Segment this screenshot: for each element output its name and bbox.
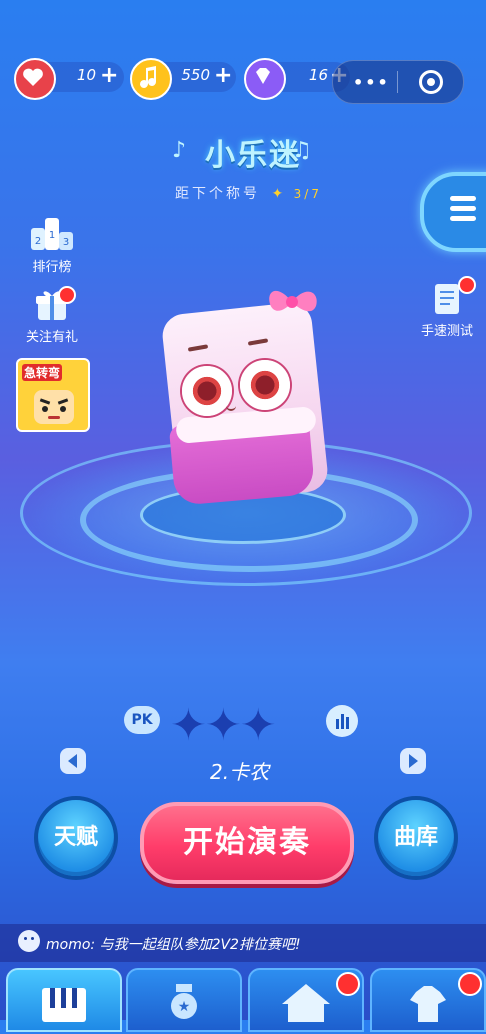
sparkle-icon: ✦ <box>271 186 287 202</box>
podium-icon: 2 1 3 <box>31 218 73 250</box>
note-right-icon: ♫ <box>292 138 312 163</box>
add-hearts-button[interactable]: + <box>100 63 118 88</box>
menu-button[interactable] <box>420 172 486 252</box>
start-play-button[interactable]: 开始演奏 <box>140 802 354 884</box>
pk-button[interactable]: PK <box>124 706 160 734</box>
more-dots-icon[interactable]: ••• <box>353 73 390 92</box>
title-progress: 3/7 <box>293 187 322 201</box>
notification-dot <box>458 972 482 996</box>
promo-game-label: 急转弯 <box>22 364 63 381</box>
promo-game-tile[interactable]: 急转弯 <box>16 358 90 432</box>
hearts-count: 10 <box>76 66 96 84</box>
arrow-right-icon <box>409 754 418 768</box>
tab-achievements[interactable]: ★ <box>126 968 242 1032</box>
close-target-icon[interactable] <box>419 70 443 94</box>
note-left-icon: ♪ <box>172 138 187 163</box>
piano-icon <box>42 988 86 1022</box>
miniprogram-capsule: ••• <box>332 60 464 104</box>
gems-count: 16 <box>308 66 328 84</box>
star-icon: ✦ <box>239 700 277 751</box>
leaderboard-label: 排行榜 <box>32 260 72 275</box>
add-coins-button[interactable]: + <box>214 63 232 88</box>
follow-gift-label: 关注有礼 <box>25 330 78 345</box>
song-stars: ✦✦✦ <box>170 700 277 751</box>
coins-count: 550 <box>181 66 210 84</box>
character-eye-left <box>182 366 232 416</box>
angry-face-icon <box>34 390 74 424</box>
svg-text:3: 3 <box>63 237 69 248</box>
svg-text:★: ★ <box>178 999 191 1015</box>
notification-dot <box>458 276 476 294</box>
pink-bow-icon <box>269 290 317 312</box>
star-icon: ✦ <box>170 700 207 751</box>
leaderboard-button[interactable]: 2 1 3 排行榜 <box>24 214 80 275</box>
tab-home[interactable] <box>248 968 364 1032</box>
previous-song-button[interactable] <box>60 748 86 774</box>
ranking-chart-button[interactable] <box>326 705 358 737</box>
arrow-left-icon <box>68 754 77 768</box>
character-eye-right <box>240 360 290 410</box>
song-library-button[interactable]: 曲库 <box>374 796 458 880</box>
medal-icon: ★ <box>171 984 197 1019</box>
next-song-button[interactable] <box>400 748 426 774</box>
next-title-text: 距下个称号 <box>175 186 260 202</box>
notification-dot <box>58 286 76 304</box>
svg-text:2: 2 <box>35 236 41 247</box>
hamburger-icon <box>450 196 476 221</box>
song-name: 2.卡农 <box>210 760 270 784</box>
tab-piano[interactable] <box>6 968 122 1032</box>
capsule-divider <box>397 71 398 93</box>
notification-dot <box>336 972 360 996</box>
star-icon: ✦ <box>204 700 242 751</box>
next-title-label: 距下个称号 ✦ 3/7 <box>175 183 322 203</box>
tab-wardrobe[interactable] <box>370 968 486 1032</box>
svg-text:1: 1 <box>49 230 55 241</box>
talent-button[interactable]: 天赋 <box>34 796 118 880</box>
speed-test-button[interactable]: 手速测试 <box>414 276 480 339</box>
game-title: 小乐迷 <box>205 138 301 173</box>
follow-gift-button[interactable]: 关注有礼 <box>20 286 84 345</box>
chat-message: momo: 与我一起组队参加2V2排位赛吧! <box>46 937 301 953</box>
chat-avatar-icon <box>18 930 40 952</box>
bar-chart-icon <box>336 714 349 729</box>
speed-test-label: 手速测试 <box>420 324 473 339</box>
